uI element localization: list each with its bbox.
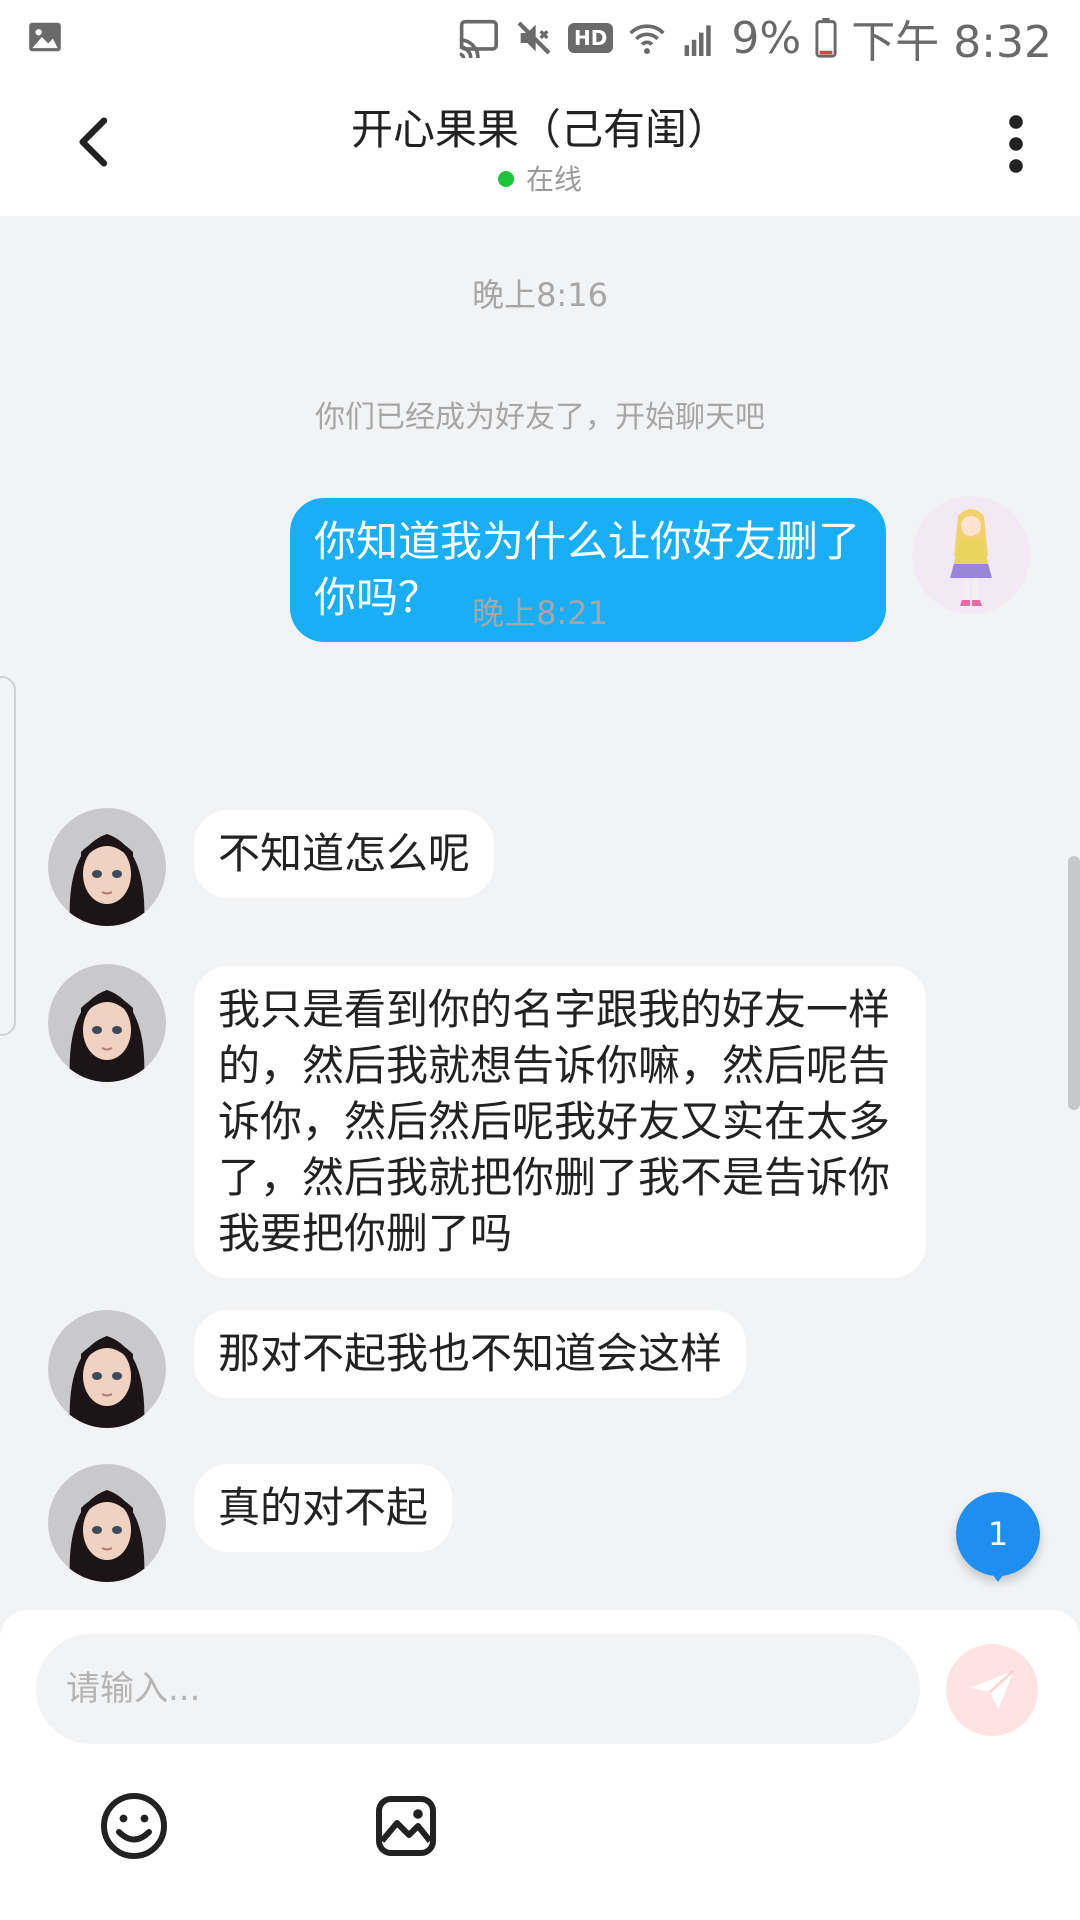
image-icon <box>29 22 61 52</box>
online-status-label: 在线 <box>525 163 582 196</box>
message-bubble-received[interactable]: 真的对不起 <box>194 1464 453 1552</box>
message-input[interactable] <box>36 1634 920 1744</box>
avatar-contact[interactable] <box>48 1310 166 1428</box>
wifi-icon <box>629 24 666 55</box>
anime-girl-dark-hair-avatar-icon <box>48 808 166 926</box>
unread-badge-tail <box>988 1568 1008 1582</box>
anime-girl-dark-hair-avatar-icon <box>48 1464 166 1582</box>
input-bar <box>0 1610 1080 1920</box>
emoji-icon[interactable] <box>98 1790 170 1862</box>
system-message: 你们已经成为好友了，开始聊天吧 <box>315 400 765 435</box>
online-dot-icon <box>497 171 514 187</box>
signal-4g-icon <box>684 25 712 56</box>
status-icons: HD 9% 下午 8:32 <box>456 10 1052 68</box>
message-bubble-received[interactable]: 我只是看到你的名字跟我的好友一样的，然后我就想告诉你嘛，然后呢告诉你，然后然后呢… <box>194 966 926 1278</box>
online-status: 在线 <box>0 158 1080 198</box>
anime-girl-dark-hair-avatar-icon <box>48 1310 166 1428</box>
status-bar: HD 9% 下午 8:32 <box>0 0 1080 76</box>
send-plane-icon <box>970 1669 1015 1710</box>
side-drawer-handle[interactable] <box>0 676 16 1036</box>
anime-girl-dark-hair-avatar-icon <box>48 964 166 1082</box>
avatar-contact[interactable] <box>48 964 166 1082</box>
scrollbar[interactable] <box>1068 856 1080 1110</box>
more-vert-icon[interactable] <box>992 112 1040 176</box>
cast-icon <box>459 19 499 58</box>
message-bubble-received[interactable]: 不知道怎么呢 <box>194 810 495 898</box>
mute-icon <box>517 21 551 55</box>
unread-count-badge[interactable]: 1 <box>956 1492 1040 1576</box>
battery-percent: 9% <box>731 12 802 64</box>
contact-name: 开心果果（己有闺） <box>350 105 729 154</box>
message-bubble-received[interactable]: 那对不起我也不知道会这样 <box>194 1310 747 1398</box>
avatar-contact[interactable] <box>48 1464 166 1582</box>
timestamp: 晚上8:21 <box>472 594 608 632</box>
image-picker-icon[interactable] <box>370 1790 442 1862</box>
chat-header: 开心果果（己有闺） 在线 <box>0 76 1080 216</box>
clock: 下午 8:32 <box>851 17 1052 68</box>
chat-area[interactable]: 晚上8:16 你们已经成为好友了，开始聊天吧 你知道我为什么让你好友删了你吗？ … <box>0 216 1080 1610</box>
send-button[interactable] <box>946 1644 1038 1736</box>
timestamp: 晚上8:16 <box>472 276 608 314</box>
battery-icon <box>815 18 837 58</box>
avatar-contact[interactable] <box>48 808 166 926</box>
hd-icon: HD <box>568 23 614 53</box>
